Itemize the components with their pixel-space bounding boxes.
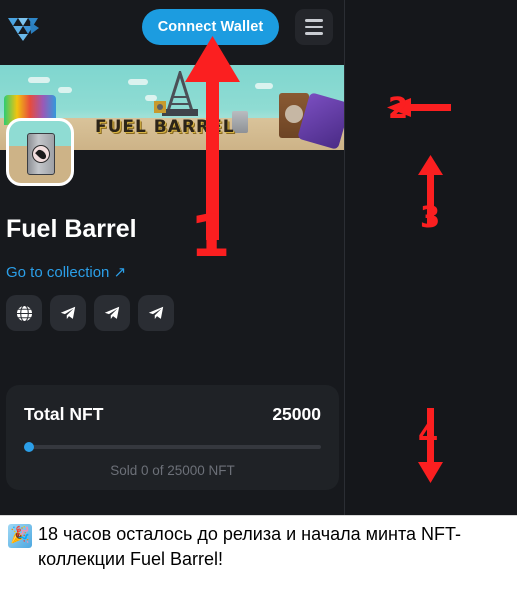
telegram-icon[interactable]	[138, 295, 174, 331]
total-nft-card: Total NFT 25000 Sold 0 of 25000 NFT	[6, 385, 339, 490]
banner-title-text: FUEL BARREL	[95, 117, 235, 137]
cloud-icon	[58, 87, 72, 93]
avatar-background	[9, 121, 71, 183]
cloud-icon	[255, 83, 273, 89]
party-popper-emoji: 🎉	[8, 524, 32, 548]
fuel-barrel-avatar	[6, 118, 74, 186]
hamburger-menu-icon[interactable]	[295, 9, 333, 45]
sold-status-text: Sold 0 of 25000 NFT	[110, 463, 235, 478]
page-title: Fuel Barrel	[6, 215, 137, 243]
connect-wallet-button[interactable]: Connect Wallet	[142, 9, 279, 45]
oil-drop-icon	[32, 145, 50, 163]
website-icon[interactable]	[6, 295, 42, 331]
cloud-icon	[28, 77, 50, 83]
message-caption: 🎉 18 часов осталось до релиза и начала м…	[0, 515, 517, 589]
telegram-icon[interactable]	[94, 295, 130, 331]
total-nft-label: Total NFT	[24, 404, 104, 424]
top-bar: Connect Wallet	[0, 0, 345, 55]
go-to-collection-label: Go to collection	[6, 264, 110, 281]
cloud-icon	[128, 79, 148, 85]
screenshot-root: Connect Wallet FUEL BARREL Fuel Barrel G…	[0, 0, 517, 589]
telegram-icon[interactable]	[50, 295, 86, 331]
social-links-row	[6, 295, 174, 331]
mint-app: Connect Wallet FUEL BARREL Fuel Barrel G…	[0, 0, 517, 515]
mint-progress-bar	[24, 442, 321, 452]
go-to-collection-link[interactable]: Go to collection ↗	[6, 263, 126, 281]
external-link-arrow-icon: ↗	[113, 264, 127, 281]
collection-panel: Connect Wallet FUEL BARREL Fuel Barrel G…	[0, 0, 345, 515]
caption-text: 18 часов осталось до релиза и начала мин…	[38, 524, 462, 569]
barrel-shape	[27, 133, 55, 175]
oil-derrick-icon	[154, 71, 198, 116]
total-nft-value: 25000	[272, 404, 321, 424]
geometric-logo-icon[interactable]	[6, 12, 42, 42]
progress-knob	[24, 442, 34, 452]
purchase-panel: Public Round Affilate 2 TON 1 Jun, 12:00…	[345, 0, 517, 515]
